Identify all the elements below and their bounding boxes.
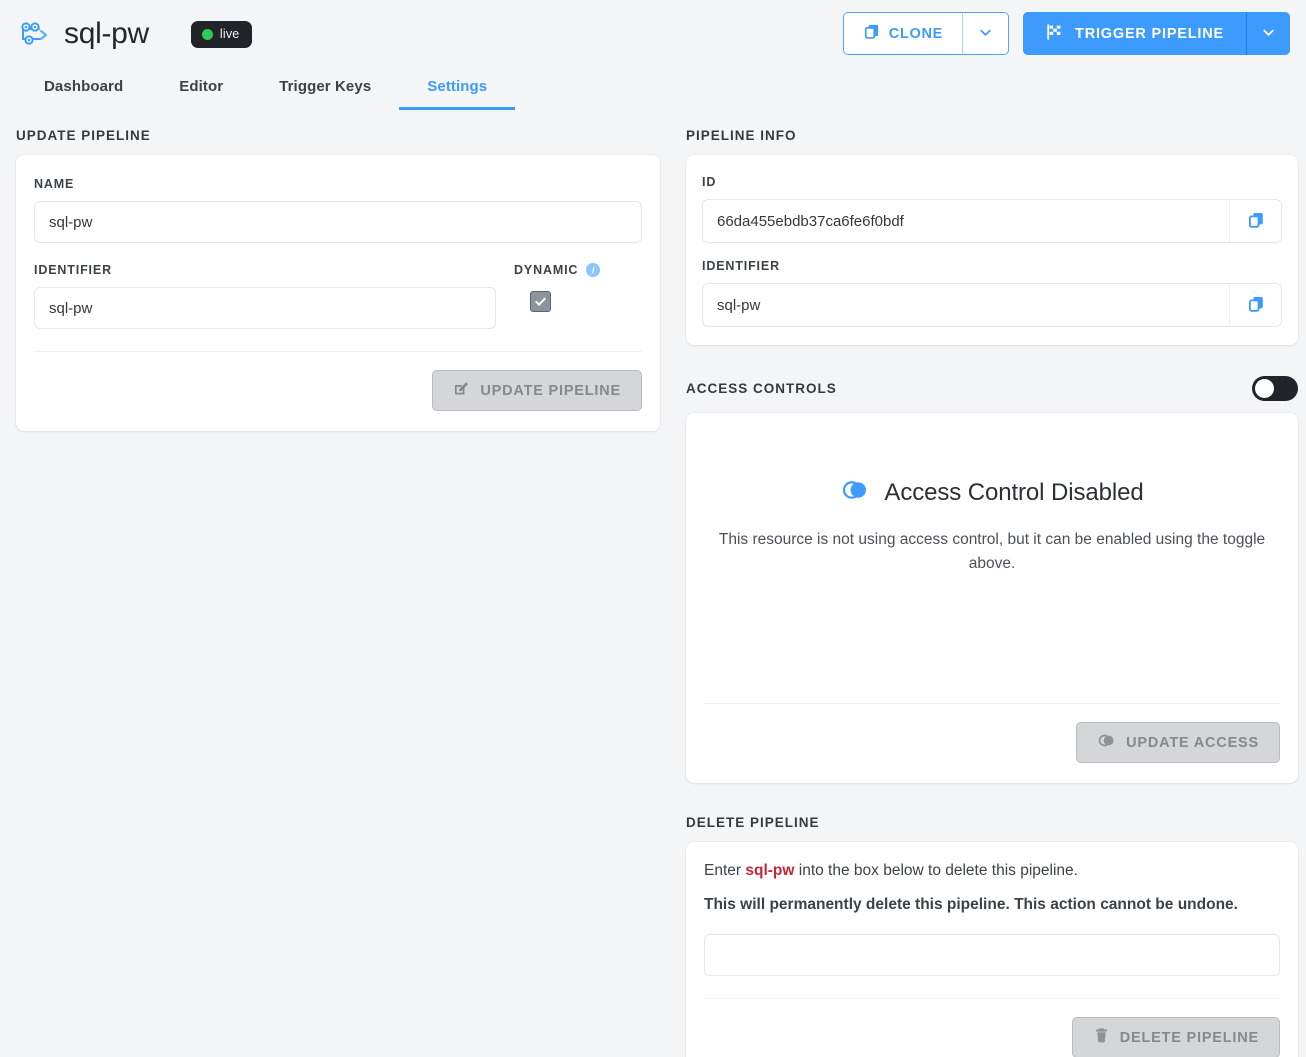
copy-icon <box>1247 295 1265 316</box>
chevron-down-icon <box>978 25 993 43</box>
access-controls-card: Access Control Disabled This resource is… <box>686 413 1298 783</box>
delete-prompt: Enter sql-pw into the box below to delet… <box>704 862 1280 880</box>
edit-icon <box>453 380 470 401</box>
copy-icon <box>1247 211 1265 232</box>
update-access-label: UPDATE ACCESS <box>1126 734 1259 751</box>
trigger-dropdown-button[interactable] <box>1246 12 1290 55</box>
delete-prompt-name: sql-pw <box>745 862 795 879</box>
delete-prompt-suffix: into the box below to delete this pipeli… <box>794 862 1078 879</box>
status-dot-icon <box>201 28 213 40</box>
pipeline-identifier-field <box>702 283 1282 327</box>
access-controls-header: ACCESS CONTROLS <box>686 375 1298 401</box>
settings-content: UPDATE PIPELINE NAME IDENTIFIER DYNAMIC … <box>0 110 1306 1057</box>
page-title: sql-pw <box>64 17 149 50</box>
access-control-empty-description: This resource is not using access contro… <box>718 531 1266 573</box>
access-controls-section-title: ACCESS CONTROLS <box>686 380 837 396</box>
clone-button[interactable]: CLONE <box>843 13 963 54</box>
identifier-field-wrap: IDENTIFIER <box>34 263 496 329</box>
name-input[interactable] <box>34 201 642 243</box>
chevron-down-icon <box>1261 25 1276 43</box>
copy-icon <box>863 23 880 44</box>
tab-settings[interactable]: Settings <box>399 78 516 110</box>
pipeline-identifier-input[interactable] <box>703 284 1229 326</box>
tab-trigger-keys[interactable]: Trigger Keys <box>251 78 399 110</box>
pipeline-id-label: ID <box>702 175 717 189</box>
trigger-button-group: TRIGGER PIPELINE <box>1023 12 1290 55</box>
status-badge-label: live <box>219 27 240 41</box>
pipeline-info-card: ID IDENTIFIER <box>686 155 1298 345</box>
copy-identifier-button[interactable] <box>1229 284 1281 326</box>
pipeline-identifier-label: IDENTIFIER <box>702 259 780 273</box>
update-pipeline-card: NAME IDENTIFIER DYNAMIC i <box>16 155 660 431</box>
delete-warning-text: This will permanently delete this pipeli… <box>704 896 1238 913</box>
checkered-flag-icon <box>1045 23 1063 45</box>
brand: sql-pw live <box>16 17 253 51</box>
dynamic-checkbox[interactable] <box>530 291 551 312</box>
tab-bar: Dashboard Editor Trigger Keys Settings <box>0 68 1306 110</box>
delete-pipeline-label: DELETE PIPELINE <box>1119 1029 1259 1046</box>
copy-id-button[interactable] <box>1229 200 1281 242</box>
update-pipeline-submit-button[interactable]: UPDATE PIPELINE <box>432 370 642 411</box>
identifier-field-label: IDENTIFIER <box>34 263 112 277</box>
pipeline-id-input[interactable] <box>703 200 1229 242</box>
clone-dropdown-button[interactable] <box>962 13 1009 54</box>
trash-icon <box>1093 1027 1110 1048</box>
clone-button-label: CLONE <box>888 25 944 42</box>
pipeline-info-section-title: PIPELINE INFO <box>686 128 797 143</box>
access-control-icon <box>840 475 870 510</box>
update-pipeline-column: UPDATE PIPELINE NAME IDENTIFIER DYNAMIC … <box>16 128 660 431</box>
clone-button-group: CLONE <box>842 12 1010 55</box>
dynamic-field-wrap: DYNAMIC i <box>514 263 642 312</box>
dynamic-field-label: DYNAMIC <box>514 263 579 277</box>
access-control-empty-title: Access Control Disabled <box>884 478 1144 506</box>
header-actions: CLONE TRIGGER PIPELINE <box>842 12 1290 55</box>
tab-editor[interactable]: Editor <box>151 78 251 110</box>
trigger-pipeline-button[interactable]: TRIGGER PIPELINE <box>1023 12 1246 55</box>
toggle-knob <box>1255 378 1274 398</box>
pipeline-icon <box>16 17 50 51</box>
update-access-button[interactable]: UPDATE ACCESS <box>1076 722 1280 763</box>
name-field-label: NAME <box>34 177 75 191</box>
update-pipeline-section-title: UPDATE PIPELINE <box>16 128 151 143</box>
status-badge: live <box>190 20 253 48</box>
update-pipeline-submit-label: UPDATE PIPELINE <box>480 382 621 399</box>
pipeline-id-field <box>702 199 1282 243</box>
delete-pipeline-section-title: DELETE PIPELINE <box>686 815 820 830</box>
info-icon[interactable]: i <box>586 263 601 277</box>
access-control-icon <box>1097 731 1116 754</box>
delete-pipeline-button[interactable]: DELETE PIPELINE <box>1071 1017 1280 1057</box>
access-controls-toggle[interactable] <box>1252 375 1298 401</box>
identifier-input[interactable] <box>34 287 496 329</box>
delete-prompt-prefix: Enter <box>704 862 746 879</box>
right-column: PIPELINE INFO ID IDENTIFIER <box>686 128 1298 1057</box>
trigger-pipeline-label: TRIGGER PIPELINE <box>1075 25 1224 42</box>
tab-dashboard[interactable]: Dashboard <box>16 78 151 110</box>
delete-pipeline-card: Enter sql-pw into the box below to delet… <box>686 842 1298 1057</box>
delete-confirm-input[interactable] <box>704 934 1280 976</box>
app-header: sql-pw live CLONE TRIGGER PIPELINE <box>0 0 1306 68</box>
